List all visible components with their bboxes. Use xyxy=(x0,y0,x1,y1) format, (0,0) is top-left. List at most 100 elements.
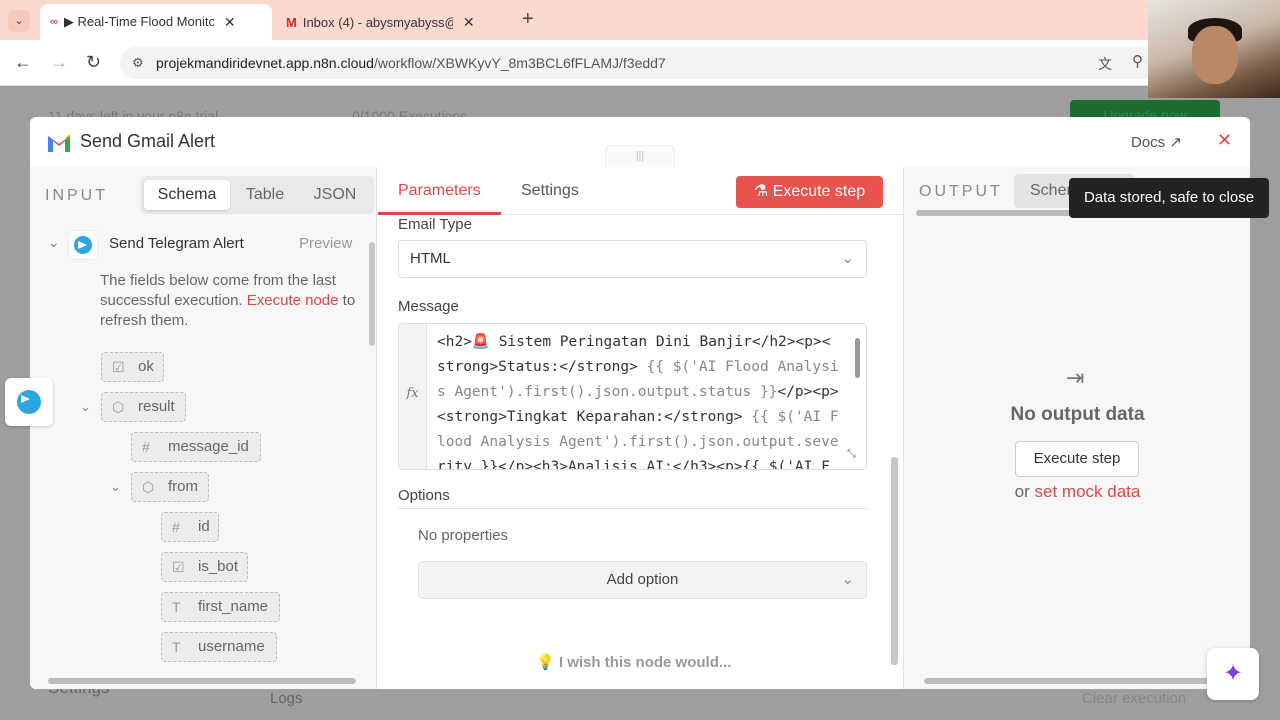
boolean-icon: ☑ xyxy=(172,559,185,575)
flask-icon: ⚗ xyxy=(753,183,769,200)
gmail-icon xyxy=(48,134,70,152)
ai-assistant-sparkle-icon[interactable]: ✦ xyxy=(1207,648,1259,700)
object-icon: ⬡ xyxy=(142,479,155,495)
no-output-text: No output data xyxy=(1010,404,1145,425)
forward-icon[interactable]: → xyxy=(50,52,68,73)
telegram-node-icon xyxy=(68,230,98,260)
feedback-link[interactable]: 💡 I wish this node would... xyxy=(536,653,731,671)
execute-step-button[interactable]: ⚗ Execute step xyxy=(736,176,883,208)
message-code[interactable]: <h2>🚨 Sistem Peringatan Dini Banjir</h2>… xyxy=(437,330,851,469)
input-view-switch: Schema Table JSON xyxy=(140,176,374,214)
back-icon[interactable]: ← xyxy=(14,52,32,73)
address-bar-row: ← → ↻ ⚙ projekmandiridevnet.app.n8n.clou… xyxy=(0,40,1280,86)
message-expression-editor[interactable]: fx <h2>🚨 Sistem Peringatan Dini Banjir</… xyxy=(398,323,867,470)
browser-tab-gmail[interactable]: M Inbox (4) - abysmyabyss@gmail ✕ xyxy=(276,4,516,40)
lightbulb-icon: 💡 xyxy=(536,654,555,671)
browser-tab-n8n[interactable]: ∞ ▶ Real-Time Flood Monitoring ✕ xyxy=(40,4,272,40)
execute-node-link[interactable]: Execute node xyxy=(247,292,339,309)
set-mock-data-link[interactable]: set mock data xyxy=(1035,482,1141,501)
code-expression: s Agent').first().json.output.status }} xyxy=(437,384,778,400)
field-label: first_name xyxy=(198,598,269,615)
parameters-tabs: Parameters Settings ⚗ Execute step xyxy=(378,167,903,215)
docs-link[interactable]: Docs ↗ xyxy=(1131,133,1182,151)
zoom-icon[interactable]: ⚲ xyxy=(1132,52,1143,70)
code-line: <strong>Tingkat Keparahan:</strong> {{ $… xyxy=(437,405,851,430)
tab-table[interactable]: Table xyxy=(232,180,298,210)
input-info-text: The fields below come from the last succ… xyxy=(100,271,365,331)
number-icon: # xyxy=(172,519,180,535)
url-host: projekmandiridevnet.app.n8n.cloud xyxy=(156,55,374,71)
schema-field-result[interactable]: ⬡ result xyxy=(101,392,186,422)
chevron-down-icon[interactable]: ⌄ xyxy=(110,479,121,495)
schema-field-from[interactable]: ⬡ from xyxy=(131,472,209,502)
parameters-scrollbar[interactable] xyxy=(891,457,898,665)
node-editor-modal: Send Gmail Alert ||| Docs ↗ ✕ INPUT Sche… xyxy=(30,117,1250,689)
output-top-scrollbar[interactable] xyxy=(916,210,1076,216)
schema-field-message-id[interactable]: # message_id xyxy=(131,432,261,462)
chevron-down-icon[interactable]: ⌄ xyxy=(80,399,91,415)
fx-icon: fx xyxy=(399,324,427,469)
email-type-select[interactable]: HTML ⌄ xyxy=(398,240,867,278)
webcam-overlay xyxy=(1148,0,1280,98)
reload-icon[interactable]: ↻ xyxy=(86,52,101,73)
field-label: id xyxy=(198,518,210,535)
tab-title: ▶ Real-Time Flood Monitoring xyxy=(63,14,214,29)
close-icon[interactable]: ✕ xyxy=(1217,130,1232,151)
code-line: strong>Status:</strong> {{ $('AI Flood A… xyxy=(437,355,851,380)
code-text: strong>Status:</strong> xyxy=(437,359,647,375)
tab-title: Inbox (4) - abysmyabyss@gmail xyxy=(302,14,453,30)
schema-field-username[interactable]: Tusername xyxy=(161,632,277,662)
options-divider xyxy=(398,508,867,509)
message-label: Message xyxy=(398,298,459,315)
code-line: <h2>🚨 Sistem Peringatan Dini Banjir</h2>… xyxy=(437,334,831,350)
site-info-icon[interactable]: ⚙ xyxy=(132,47,144,79)
code-expression: {{ $('AI F xyxy=(751,409,839,425)
tab-search-button[interactable]: ⌄ xyxy=(8,10,30,32)
output-execute-step-button[interactable]: Execute step xyxy=(1015,441,1139,477)
mock-data-row: or set mock data xyxy=(904,482,1250,502)
input-node-header[interactable]: ⌄ Send Telegram Alert Preview xyxy=(44,230,364,260)
tab-schema[interactable]: Schema xyxy=(144,180,230,210)
text-icon: T xyxy=(172,599,181,615)
output-hscrollbar[interactable] xyxy=(924,678,1209,684)
chevron-down-icon[interactable]: ⌄ xyxy=(48,234,60,251)
tab-close-icon[interactable]: ✕ xyxy=(224,14,236,31)
code-text: </p><p> xyxy=(777,384,839,400)
translate-icon[interactable]: 文 xyxy=(1098,54,1112,74)
browser-tab-bar: ⌄ ∞ ▶ Real-Time Flood Monitoring ✕ M Inb… xyxy=(0,0,1280,40)
gmail-favicon-icon: M xyxy=(286,14,297,30)
email-type-label: Email Type xyxy=(398,216,472,233)
preview-badge: Preview xyxy=(299,235,353,252)
boolean-icon: ☑ xyxy=(112,359,125,375)
schema-field-ok[interactable]: ☑ ok xyxy=(101,352,164,382)
add-option-dropdown[interactable]: Add option ⌄ xyxy=(418,561,867,599)
schema-field-is-bot[interactable]: ☑ is_bot xyxy=(161,552,248,582)
tab-json[interactable]: JSON xyxy=(300,180,370,210)
field-label: message_id xyxy=(168,438,249,455)
field-label: ok xyxy=(138,358,154,375)
new-tab-button[interactable]: + xyxy=(522,8,534,31)
clear-execution-button[interactable]: Clear execution xyxy=(1082,690,1186,707)
active-tab-underline xyxy=(378,212,501,215)
wish-label: I wish this node would... xyxy=(558,654,732,671)
input-scrollbar[interactable] xyxy=(369,242,375,346)
url-field[interactable]: ⚙ projekmandiridevnet.app.n8n.cloud/work… xyxy=(120,47,1160,79)
input-hscrollbar[interactable] xyxy=(48,678,356,684)
expand-icon[interactable]: ⤡ xyxy=(847,448,856,461)
tab-close-icon[interactable]: ✕ xyxy=(463,14,475,31)
object-icon: ⬡ xyxy=(112,399,125,415)
parameters-panel: Parameters Settings ⚗ Execute step Email… xyxy=(378,167,903,689)
tab-settings[interactable]: Settings xyxy=(521,182,579,200)
schema-field-first-name[interactable]: Tfirst_name xyxy=(161,592,280,622)
field-label: result xyxy=(138,398,175,415)
output-label: OUTPUT xyxy=(919,183,1003,200)
drag-handle[interactable]: ||| xyxy=(605,145,675,167)
telegram-node-float[interactable] xyxy=(5,378,53,426)
modal-title: Send Gmail Alert xyxy=(80,131,216,151)
code-scrollbar[interactable] xyxy=(855,338,860,378)
tab-parameters[interactable]: Parameters xyxy=(398,182,481,200)
number-icon: # xyxy=(142,439,150,455)
schema-field-id[interactable]: # id xyxy=(161,512,219,542)
logs-label[interactable]: Logs xyxy=(270,690,303,707)
chevron-down-icon: ⌄ xyxy=(841,250,854,267)
